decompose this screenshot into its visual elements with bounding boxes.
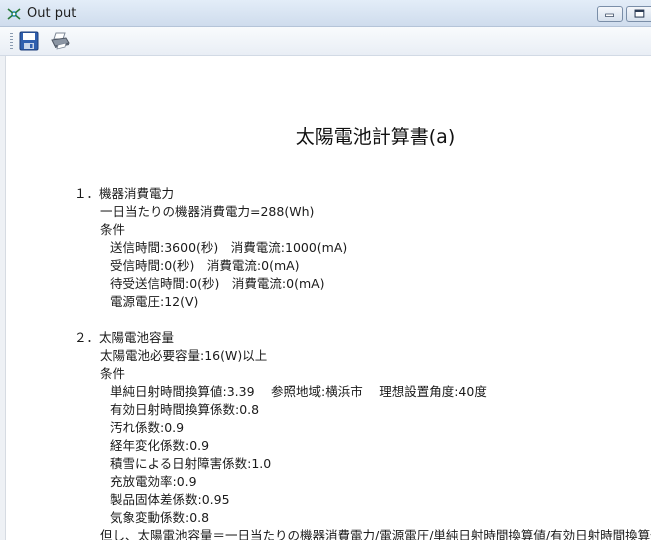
condition-line: 電源電圧:12(V) [110,294,199,309]
section-heading: １．機器消費電力 [74,186,175,201]
condition-line: 送信時間:3600(秒) 消費電流:1000(mA) [110,240,348,255]
conditions-label: 条件 [100,222,126,237]
document-title: 太陽電池計算書(a) [295,126,456,148]
condition-line: 受信時間:0(秒) 消費電流:0(mA) [110,258,300,273]
minimize-button[interactable] [597,6,623,22]
floppy-disk-icon [19,31,39,51]
print-button[interactable] [49,30,71,52]
condition-line: 汚れ係数:0.9 [110,420,185,435]
maximize-icon [634,9,645,18]
condition-line: 積雪による日射障害係数:1.0 [110,456,272,471]
conditions-label: 条件 [100,366,126,381]
save-button[interactable] [18,30,40,52]
formula-note: 但し、太陽電池容量＝一日当たりの機器消費電力/電源電圧/単純日射時間換算値/有効… [100,528,651,540]
section-result: 太陽電池必要容量:16(W)以上 [100,348,268,363]
section-result: 一日当たりの機器消費電力=288(Wh) [100,204,315,219]
toolbar-grip[interactable] [10,33,13,50]
maximize-button[interactable] [626,6,651,22]
condition-line: 経年変化係数:0.9 [110,438,210,453]
printer-icon [51,32,70,50]
minimize-icon [605,13,614,17]
app-icon [7,8,21,20]
condition-line: 単純日射時間換算値:3.39 参照地域:横浜市 理想設置角度:40度 [110,384,487,399]
condition-line: 製品固体差係数:0.95 [110,492,230,507]
toolbar [0,27,651,56]
window-title: Out put [27,6,77,21]
condition-line: 有効日射時間換算係数:0.8 [110,402,260,417]
condition-line: 待受送信時間:0(秒) 消費電流:0(mA) [110,276,325,291]
condition-line: 充放電効率:0.9 [110,474,197,489]
condition-line: 気象変動係数:0.8 [110,510,210,525]
document-view[interactable]: 太陽電池計算書(a) １．機器消費電力 一日当たりの機器消費電力=288(Wh)… [0,56,651,540]
section-heading: ２．太陽電池容量 [74,330,175,345]
title-bar: Out put [0,0,651,27]
